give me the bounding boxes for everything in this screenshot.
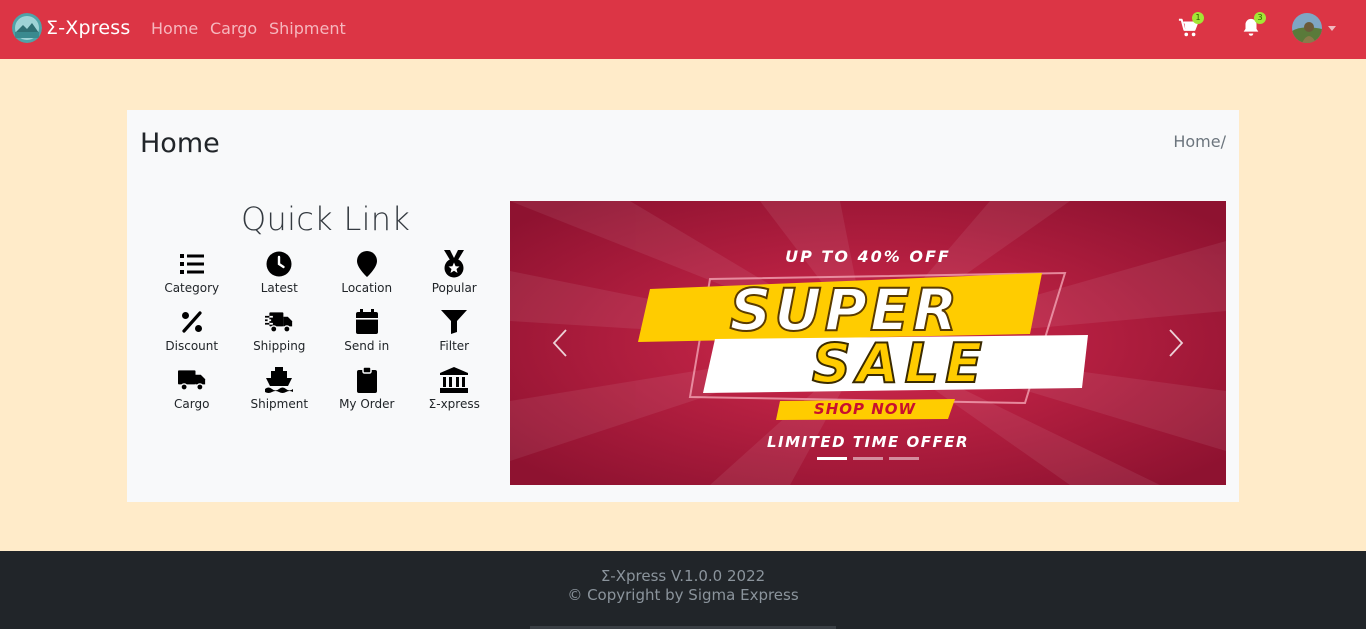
quick-link-label: Shipping [253, 339, 306, 353]
footer-copyright: © Copyright by Sigma Express [567, 586, 799, 604]
quick-link-label: Category [164, 281, 220, 295]
carousel-indicator-1[interactable] [817, 457, 847, 460]
user-menu[interactable] [1292, 13, 1336, 43]
quick-link-grid: Category Latest Location Popular Discoun… [148, 250, 498, 424]
nav-shipment-link[interactable]: Shipment [269, 19, 346, 38]
brand-logo-icon [12, 13, 42, 43]
home-card: Home Home/ Quick Link Category Latest Lo… [127, 110, 1239, 502]
brand[interactable]: Σ-Xpress [12, 13, 130, 43]
promo-sale-text: SALE [811, 331, 988, 396]
cart-button[interactable]: 1 [1178, 12, 1204, 39]
chevron-left-icon [552, 329, 567, 357]
quick-link-filter[interactable]: Filter [411, 308, 499, 366]
quick-link-title: Quick Link [241, 200, 411, 238]
quick-link-latest[interactable]: Latest [236, 250, 324, 308]
footer-version: Σ-Xpress V.1.0.0 2022 [600, 567, 766, 585]
clipboard-icon [356, 367, 377, 393]
carousel-next-button[interactable] [1126, 201, 1226, 485]
ship-icon [265, 367, 294, 393]
quick-link-label: Σ-xpress [428, 397, 480, 411]
quick-link-label: My Order [339, 397, 395, 411]
quick-link-label: Shipment [250, 397, 309, 411]
cart-badge: 1 [1192, 12, 1204, 24]
list-icon [179, 254, 204, 274]
notifications-badge: 3 [1254, 12, 1266, 24]
fast-truck-icon [265, 312, 293, 333]
carousel-indicators [510, 457, 1226, 460]
promo-carousel[interactable]: UP TO 40% OFF SUPER SALE SHOP NOW LIMITE… [510, 201, 1226, 485]
quick-link-label: Discount [165, 339, 219, 353]
nav-home-link[interactable]: Home [151, 19, 198, 38]
calendar-icon [355, 309, 378, 334]
percent-icon [181, 311, 202, 333]
quick-link-discount[interactable]: Discount [148, 308, 236, 366]
filter-icon [441, 310, 468, 334]
map-pin-icon [356, 251, 377, 277]
carousel-indicator-3[interactable] [889, 457, 919, 460]
quick-link-label: Filter [439, 339, 470, 353]
avatar [1292, 13, 1322, 43]
clock-icon [266, 251, 292, 277]
footer: Σ-Xpress V.1.0.0 2022 © Copyright by Sig… [0, 551, 1366, 629]
promo-limited-text: LIMITED TIME OFFER [766, 433, 970, 451]
quick-link-category[interactable]: Category [148, 250, 236, 308]
quick-link-label: Cargo [174, 397, 210, 411]
quick-link-my-order[interactable]: My Order [323, 366, 411, 424]
quick-link-popular[interactable]: Popular [411, 250, 499, 308]
quick-link-label: Location [341, 281, 393, 295]
page-title: Home [140, 128, 220, 159]
bank-icon [440, 367, 469, 393]
promo-discount-text: UP TO 40% OFF [785, 247, 951, 266]
notifications-button[interactable]: 3 [1240, 12, 1266, 39]
quick-link-sigma-xpress[interactable]: Σ-xpress [411, 366, 499, 424]
truck-icon [177, 370, 205, 391]
breadcrumb[interactable]: Home/ [1173, 132, 1226, 151]
quick-link-shipment[interactable]: Shipment [236, 366, 324, 424]
quick-link-label: Send in [344, 339, 390, 353]
top-navbar: Σ-Xpress Home Cargo Shipment 1 3 [0, 0, 1366, 59]
quick-link-location[interactable]: Location [323, 250, 411, 308]
nav-cargo-link[interactable]: Cargo [210, 19, 257, 38]
quick-link-label: Latest [260, 281, 298, 295]
chevron-down-icon [1328, 25, 1336, 31]
chevron-right-icon [1169, 329, 1184, 357]
medal-icon [444, 250, 465, 278]
carousel-prev-button[interactable] [510, 201, 610, 485]
quick-link-cargo[interactable]: Cargo [148, 366, 236, 424]
quick-link-shipping[interactable]: Shipping [236, 308, 324, 366]
brand-name: Σ-Xpress [46, 17, 131, 39]
quick-link-label: Popular [431, 281, 477, 295]
carousel-indicator-2[interactable] [853, 457, 883, 460]
quick-link-send-in[interactable]: Send in [323, 308, 411, 366]
shop-now-button[interactable]: SHOP NOW [776, 400, 954, 418]
